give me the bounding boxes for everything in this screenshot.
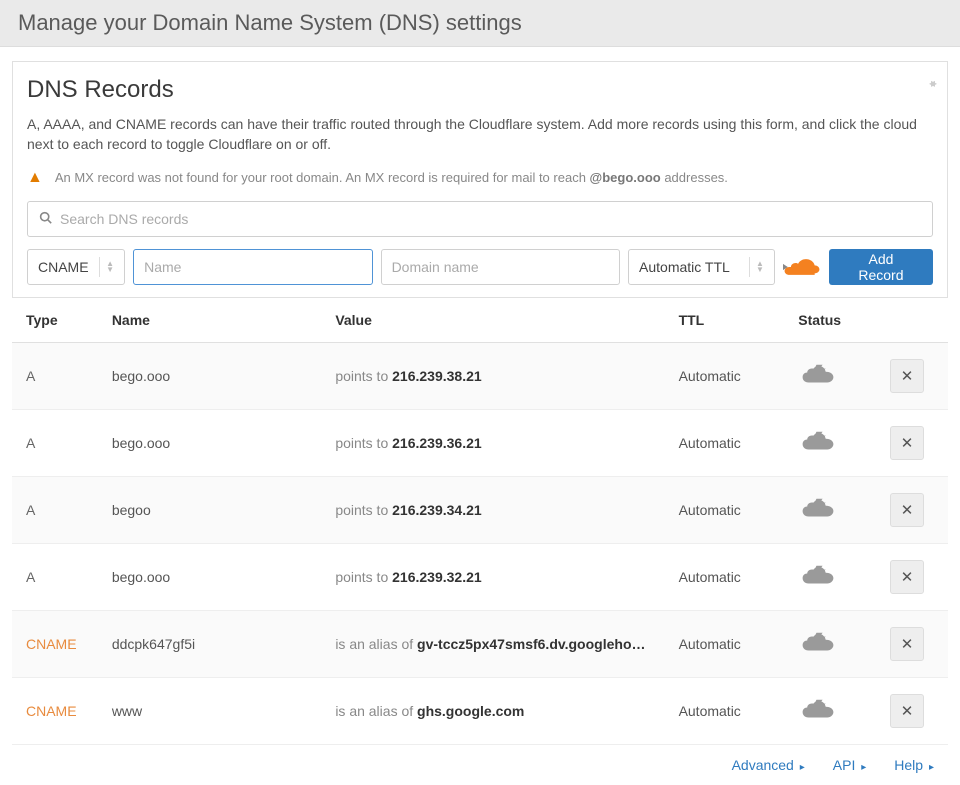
delete-button[interactable]: ✕ [890,560,924,594]
api-link[interactable]: API ▸ [833,757,867,773]
table-body: Abego.ooopoints to 216.239.38.21Automati… [12,343,948,745]
cell-type[interactable]: A [26,502,112,518]
delete-button[interactable]: ✕ [890,627,924,661]
cell-value[interactable]: points to 216.239.38.21 [335,368,678,384]
col-header-status: Status [798,312,890,328]
table-row: Abego.ooopoints to 216.239.36.21Automati… [12,410,948,477]
cell-ttl[interactable]: Automatic [679,703,799,719]
table-row: Abegoopoints to 216.239.34.21Automatic ✕ [12,477,948,544]
cell-name[interactable]: begoo [112,502,336,518]
proxy-status-icon[interactable] [798,362,890,389]
record-name-input[interactable] [144,250,361,284]
record-type-select[interactable]: CNAME ▲▼ [27,249,125,285]
cell-value[interactable]: is an alias of ghs.google.com [335,703,678,719]
page-header: Manage your Domain Name System (DNS) set… [0,0,960,47]
records-table: Type Name Value TTL Status Abego.ooopoin… [12,298,948,745]
table-row: CNAMEwwwis an alias of ghs.google.comAut… [12,678,948,745]
proxy-status-icon[interactable] [798,429,890,456]
record-domain-input-wrap [381,249,620,285]
card-title: DNS Records [27,76,933,104]
delete-button[interactable]: ✕ [890,426,924,460]
page-title: Manage your Domain Name System (DNS) set… [18,10,942,36]
record-domain-input[interactable] [392,250,609,284]
cell-name[interactable]: bego.ooo [112,569,336,585]
cell-value[interactable]: points to 216.239.36.21 [335,435,678,451]
table-row: Abego.ooopoints to 216.239.38.21Automati… [12,343,948,410]
proxy-toggle[interactable] [783,256,821,278]
col-header-value: Value [335,312,678,328]
cell-ttl[interactable]: Automatic [679,569,799,585]
add-record-form: CNAME ▲▼ Automatic TTL ▲▼ Add Record [27,249,933,285]
mx-warning: ▲ An MX record was not found for your ro… [27,169,933,187]
delete-button[interactable]: ✕ [890,359,924,393]
cell-ttl[interactable]: Automatic [679,636,799,652]
proxy-status-icon[interactable] [798,563,890,590]
proxy-status-icon[interactable] [798,697,890,724]
proxy-status-icon[interactable] [798,496,890,523]
add-record-button[interactable]: Add Record [829,249,933,285]
proxy-status-icon[interactable] [798,630,890,657]
dns-records-card: ◂▸ DNS Records A, AAAA, and CNAME record… [12,61,948,298]
delete-button[interactable]: ✕ [890,493,924,527]
help-link[interactable]: Help ▸ [894,757,934,773]
collapse-icon[interactable]: ◂▸ [929,76,933,90]
col-header-type: Type [26,312,112,328]
table-header: Type Name Value TTL Status [12,298,948,343]
cell-value[interactable]: points to 216.239.32.21 [335,569,678,585]
cell-name[interactable]: bego.ooo [112,368,336,384]
cell-name[interactable]: ddcpk647gf5i [112,636,336,652]
cell-type[interactable]: A [26,435,112,451]
delete-button[interactable]: ✕ [890,694,924,728]
record-name-input-wrap [133,249,372,285]
cell-type[interactable]: A [26,368,112,384]
warning-text: An MX record was not found for your root… [55,170,728,185]
stepper-icon: ▲▼ [749,257,764,277]
cell-ttl[interactable]: Automatic [679,368,799,384]
cell-type[interactable]: CNAME [26,636,112,652]
cell-type[interactable]: A [26,569,112,585]
cell-value[interactable]: is an alias of gv-tccz5px47smsf6.dv.goog… [335,636,678,652]
table-row: Abego.ooopoints to 216.239.32.21Automati… [12,544,948,611]
advanced-link[interactable]: Advanced ▸ [732,757,805,773]
footer-links: Advanced ▸ API ▸ Help ▸ [0,745,960,785]
cell-name[interactable]: bego.ooo [112,435,336,451]
cell-type[interactable]: CNAME [26,703,112,719]
col-header-ttl: TTL [679,312,799,328]
col-header-name: Name [112,312,336,328]
warning-icon: ▲ [27,169,43,187]
search-input[interactable] [27,201,933,237]
search-icon [39,211,52,227]
stepper-icon: ▲▼ [99,257,114,277]
cell-ttl[interactable]: Automatic [679,502,799,518]
ttl-select[interactable]: Automatic TTL ▲▼ [628,249,775,285]
card-description: A, AAAA, and CNAME records can have thei… [27,114,933,155]
cell-value[interactable]: points to 216.239.34.21 [335,502,678,518]
search-wrapper [27,201,933,237]
table-row: CNAMEddcpk647gf5iis an alias of gv-tccz5… [12,611,948,678]
cell-name[interactable]: www [112,703,336,719]
cell-ttl[interactable]: Automatic [679,435,799,451]
